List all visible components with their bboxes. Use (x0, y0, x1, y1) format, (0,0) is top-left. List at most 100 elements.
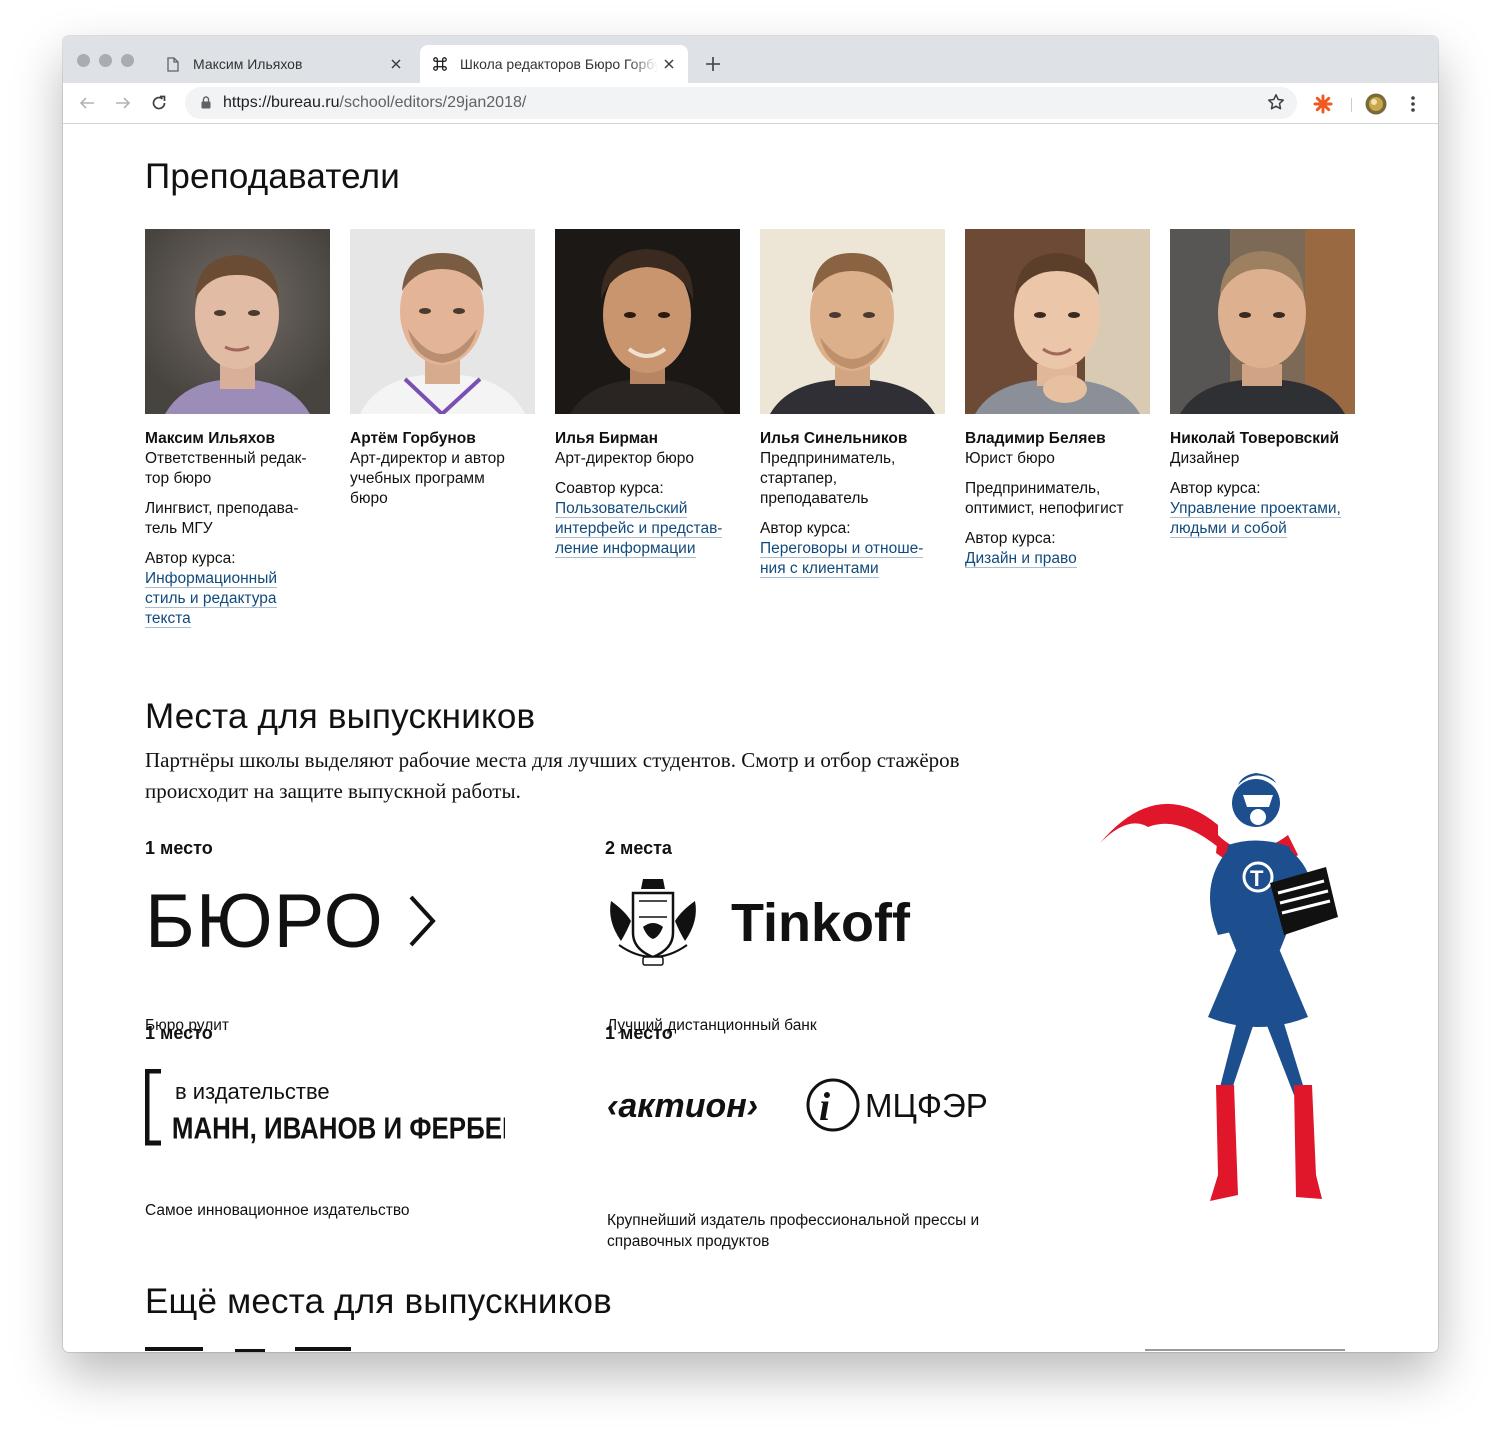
teacher-card: Владимир Беляев Юрист бюро Предпринимате… (965, 229, 1155, 569)
teachers-heading: Преподаватели (145, 157, 401, 196)
tab-strip: Максим Ильяхов Школа редакторов Бюро Гор… (63, 36, 1438, 83)
minimize-window-button[interactable] (99, 54, 112, 67)
course-link-text: Пользовательский интерфейс и представ-ле… (555, 500, 723, 558)
course-label: Соавтор курса: (555, 480, 664, 497)
places-count: 1 место (605, 1023, 673, 1043)
address-bar[interactable]: https://bureau.ru/school/editors/29jan20… (185, 87, 1297, 119)
teacher-photo (965, 229, 1150, 414)
teacher-photo (145, 229, 330, 414)
course-link-text: Управление проектами, людьми и собой (1170, 500, 1341, 538)
arrow-right-icon (116, 97, 131, 109)
teachers-grid: Максим Ильяхов Ответственный редак-тор б… (145, 229, 1365, 649)
close-window-button[interactable] (77, 54, 90, 67)
arrow-left-icon (79, 97, 94, 109)
places-count: 1 место (145, 1023, 213, 1043)
teacher-name: Артём Горбунов (350, 430, 476, 447)
mif-logo[interactable]: в издательстве МАНН, ИВАНОВ И ФЕРБЕР (144, 1068, 519, 1152)
window-controls (77, 54, 134, 67)
course-link[interactable]: Дизайн и право (965, 549, 1150, 569)
places-heading: Места для выпускников (145, 697, 536, 736)
reload-button[interactable] (147, 91, 171, 115)
close-tab-icon[interactable] (385, 53, 407, 75)
teacher-photo (1170, 229, 1355, 414)
bureau-logo-text: БЮРО (145, 885, 384, 957)
places-intro: Партнёры школы выделяют рабочие места дл… (145, 748, 960, 803)
course-label: Автор курса: (965, 530, 1056, 547)
course-label: Автор курса: (1170, 480, 1261, 497)
course-link-text: Дизайн и право (965, 550, 1077, 568)
svg-text:i: i (819, 1084, 830, 1129)
menu-dots-icon[interactable] (1401, 92, 1425, 116)
reload-icon (152, 95, 166, 110)
aktion-logo[interactable]: ‹актион› i МЦФЭР (607, 1075, 1003, 1140)
partner-description: Крупнейший издатель профессиональной пре… (607, 1212, 980, 1250)
cut-off-logos-strip (145, 1347, 1345, 1352)
places-count: 2 места (605, 838, 672, 858)
close-tab-icon[interactable] (658, 53, 680, 75)
tab-title: Максим Ильяхов (193, 56, 303, 72)
mif-logo-line1: в издательстве (175, 1079, 330, 1104)
lock-icon (201, 96, 211, 114)
teacher-photo (760, 229, 945, 414)
maximize-window-button[interactable] (121, 54, 134, 67)
forward-button[interactable] (111, 91, 135, 115)
teacher-role: Арт-директор бюро (555, 450, 694, 467)
course-link[interactable]: Управление проектами, людьми и собой (1170, 499, 1355, 539)
bureau-logo[interactable]: БЮРО (145, 879, 437, 964)
teacher-card: Артём Горбунов Арт-директор и автор учеб… (350, 229, 540, 509)
bookmark-star-icon[interactable] (1267, 93, 1285, 116)
tinkoff-logo-text: Tinkoff (731, 893, 911, 953)
teacher-name: Николай Товеровский (1170, 430, 1340, 447)
course-link[interactable]: Информационный стиль и редактура текста (145, 569, 295, 629)
aktion-logo-text: ‹актион› (607, 1087, 758, 1125)
teacher-role: Арт-директор и автор учебных программ бю… (350, 450, 505, 507)
teacher-name: Владимир Беляев (965, 430, 1106, 447)
course-link[interactable]: Пользовательский интерфейс и представ-ле… (555, 499, 735, 559)
new-tab-button[interactable] (701, 52, 725, 76)
mcfer-logo-text: МЦФЭР (865, 1087, 988, 1124)
partner-aktion: 1 место (605, 1023, 1025, 1044)
teacher-card: Илья Синельников Предприниматель, старта… (760, 229, 950, 579)
url-host: https://bureau.ru (223, 94, 340, 111)
partner-description: Самое инновационное издательство (145, 1202, 410, 1219)
teacher-name: Максим Ильяхов (145, 430, 275, 447)
toolbar-separator (1351, 98, 1352, 112)
superhero-illustration: T (1098, 755, 1348, 1220)
profile-avatar[interactable] (1364, 92, 1388, 116)
teacher-card: Николай Товеровский Дизайнер Автор курса… (1170, 229, 1360, 539)
course-label: Автор курса: (760, 520, 851, 537)
tab-maxim[interactable]: Максим Ильяхов (143, 45, 415, 83)
mif-logo-line2: МАНН, ИВАНОВ И ФЕРБЕР (172, 1112, 505, 1145)
course-link[interactable]: Переговоры и отноше-ния с клиентами (760, 539, 945, 579)
places-count: 1 место (145, 838, 213, 858)
tab-title: Школа редакторов Бюро Горбунова (460, 56, 658, 72)
teacher-name: Илья Синельников (760, 430, 908, 447)
command-icon (432, 56, 448, 72)
back-button[interactable] (75, 91, 99, 115)
url-text: https://bureau.ru/school/editors/29jan20… (223, 94, 526, 112)
partner-mif: 1 место (145, 1023, 565, 1044)
aktion-emblem-icon (806, 1078, 860, 1132)
teacher-card: Илья Бирман Арт-директор бюро Соавтор ку… (555, 229, 745, 559)
svg-text:T: T (1250, 866, 1264, 891)
tinkoff-crest-icon (610, 879, 696, 966)
teacher-role: Юрист бюро (965, 450, 1055, 467)
browser-window: Максим Ильяхов Школа редакторов Бюро Гор… (63, 36, 1438, 1352)
partner-tinkoff: 2 места (605, 838, 1025, 859)
extension-asterisk-icon[interactable] (1311, 92, 1335, 116)
teacher-photo (350, 229, 535, 414)
page-content: Преподаватели Максим Ильяхов Ответственн… (63, 125, 1438, 1352)
teacher-name: Илья Бирман (555, 430, 659, 447)
teacher-photo (555, 229, 740, 414)
tinkoff-logo[interactable]: Tinkoff (605, 871, 917, 976)
partner-bureau: 1 место (145, 838, 565, 859)
teacher-role: Ответственный редак-тор бюро (145, 450, 307, 487)
url-path: /school/editors/29jan2018/ (339, 94, 527, 111)
teacher-role: Дизайнер (1170, 450, 1240, 467)
teacher-role: Предприниматель, стартапер, преподавател… (760, 450, 896, 507)
course-link-text: Информационный стиль и редактура текста (145, 570, 278, 628)
teacher-card: Максим Ильяхов Ответственный редак-тор б… (145, 229, 335, 629)
more-places-heading: Ещё места для выпускников (145, 1282, 612, 1321)
tab-editors-school[interactable]: Школа редакторов Бюро Горбунова (420, 45, 688, 83)
document-icon (165, 56, 181, 72)
